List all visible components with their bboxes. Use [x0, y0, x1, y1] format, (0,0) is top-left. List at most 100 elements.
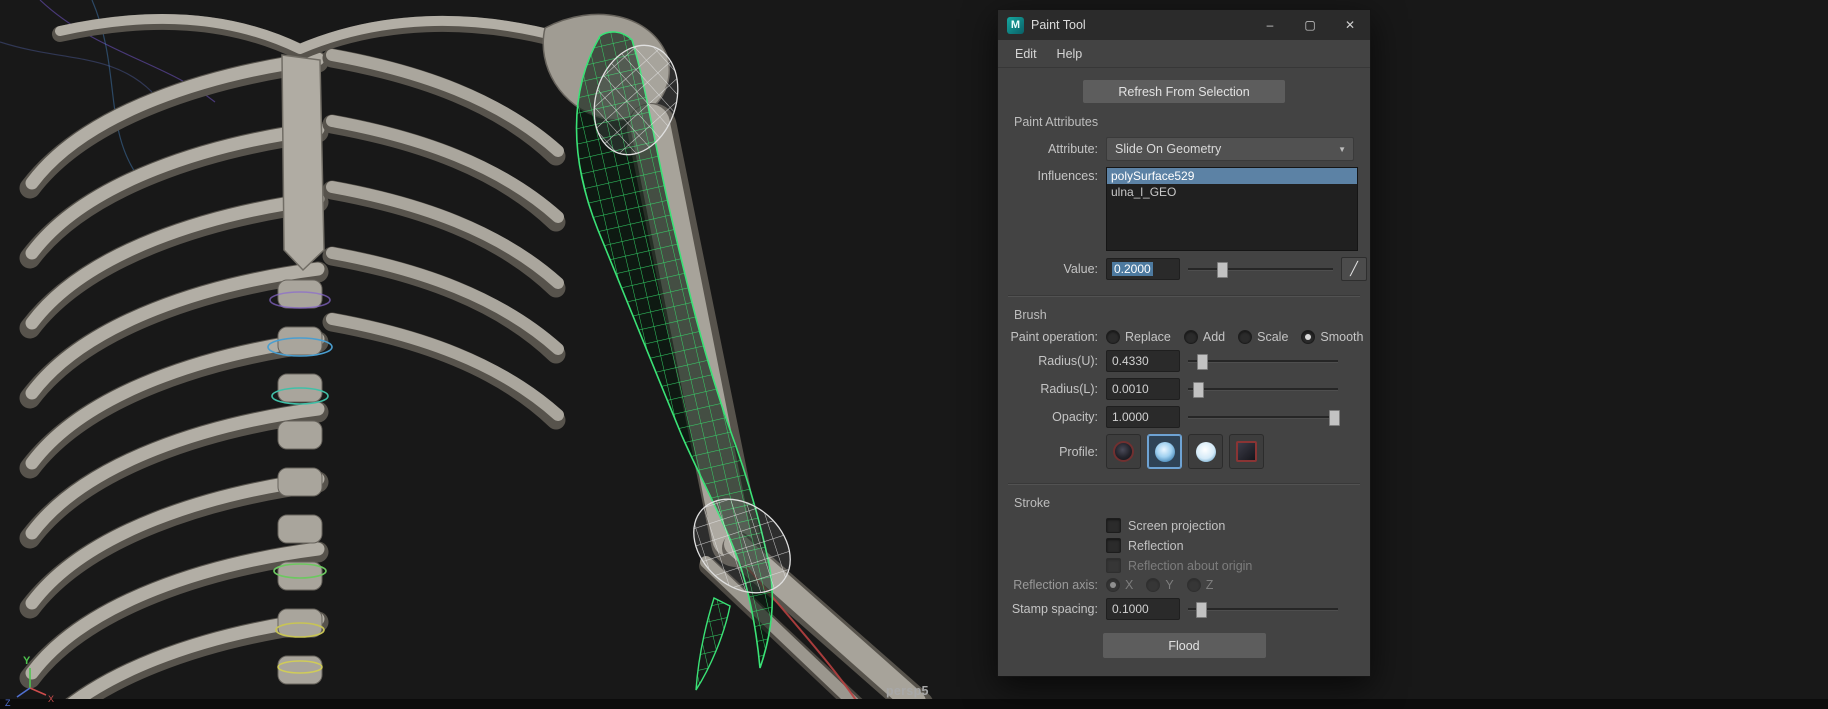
- radio-scale-icon[interactable]: [1238, 330, 1252, 344]
- radius-l-input[interactable]: 0.0010: [1106, 378, 1180, 400]
- radius-u-slider[interactable]: [1188, 353, 1338, 369]
- refresh-from-selection-button[interactable]: Refresh From Selection: [1083, 80, 1285, 103]
- attribute-dropdown[interactable]: Slide On Geometry ▼: [1106, 137, 1354, 161]
- radius-u-input[interactable]: 0.4330: [1106, 350, 1180, 372]
- reflection-row: Reflection: [998, 538, 1370, 553]
- radio-add-icon[interactable]: [1184, 330, 1198, 344]
- radio-replace[interactable]: Replace: [1106, 330, 1171, 344]
- radius-u-label: Radius(U):: [1006, 354, 1098, 368]
- value-picker-button[interactable]: ╱: [1341, 257, 1367, 281]
- axis-y-label: Y: [23, 655, 31, 667]
- menu-help[interactable]: Help: [1048, 44, 1092, 64]
- radio-replace-icon[interactable]: [1106, 330, 1120, 344]
- radio-smooth[interactable]: Smooth: [1301, 330, 1363, 344]
- opacity-value: 1.0000: [1112, 410, 1149, 424]
- sternum: [282, 55, 324, 270]
- radio-add[interactable]: Add: [1184, 330, 1225, 344]
- profile-label: Profile:: [1006, 445, 1098, 459]
- reflection-label: Reflection: [1128, 539, 1184, 553]
- axis-z-radio-label: Z: [1206, 578, 1214, 592]
- axis-y-radio-icon: [1146, 578, 1160, 592]
- influences-list[interactable]: polySurface529 ulna_l_GEO: [1106, 167, 1358, 251]
- radius-l-label: Radius(L):: [1006, 382, 1098, 396]
- maya-application: Y X Z persp5 M Paint Tool – ▢ ✕ Edit Hel…: [0, 0, 1828, 709]
- screen-projection-checkbox[interactable]: [1106, 518, 1121, 533]
- reflection-about-origin-checkbox: [1106, 558, 1121, 573]
- gaussian-brush-icon: [1113, 441, 1134, 462]
- radio-add-label: Add: [1203, 330, 1225, 344]
- radio-scale[interactable]: Scale: [1238, 330, 1288, 344]
- axis-z-radio: Z: [1187, 578, 1214, 592]
- solid-brush-icon: [1196, 442, 1216, 462]
- profile-soft-button[interactable]: [1147, 434, 1182, 469]
- attribute-row: Attribute: Slide On Geometry ▼: [998, 137, 1370, 161]
- reflection-about-origin-label: Reflection about origin: [1128, 559, 1252, 573]
- profile-solid-button[interactable]: [1188, 434, 1223, 469]
- radius-u-row: Radius(U): 0.4330: [998, 350, 1370, 372]
- radius-l-row: Radius(L): 0.0010: [998, 378, 1370, 400]
- titlebar[interactable]: M Paint Tool – ▢ ✕: [998, 10, 1370, 40]
- profile-row: Profile:: [998, 434, 1370, 469]
- close-button[interactable]: ✕: [1330, 10, 1370, 40]
- paint-operation-label: Paint operation:: [1006, 330, 1098, 344]
- opacity-row: Opacity: 1.0000: [998, 406, 1370, 428]
- radio-scale-label: Scale: [1257, 330, 1288, 344]
- paint-tool-window: M Paint Tool – ▢ ✕ Edit Help Refresh Fro…: [997, 9, 1371, 677]
- square-brush-icon: [1236, 441, 1257, 462]
- radio-smooth-icon[interactable]: [1301, 330, 1315, 344]
- value-input[interactable]: 0.2000: [1106, 258, 1180, 280]
- list-item-ulna[interactable]: ulna_l_GEO: [1107, 184, 1357, 200]
- reflection-axis-label: Reflection axis:: [1006, 578, 1098, 592]
- stamp-spacing-slider[interactable]: [1188, 601, 1338, 617]
- maximize-button[interactable]: ▢: [1290, 10, 1330, 40]
- radius-l-slider[interactable]: [1188, 381, 1338, 397]
- minimize-button[interactable]: –: [1250, 10, 1290, 40]
- screen-projection-label: Screen projection: [1128, 519, 1225, 533]
- axis-x-label: X: [48, 694, 54, 704]
- list-item-polysurface[interactable]: polySurface529: [1107, 168, 1357, 184]
- stamp-spacing-input[interactable]: 0.1000: [1106, 598, 1180, 620]
- value-slider[interactable]: [1188, 261, 1333, 277]
- reflection-checkbox[interactable]: [1106, 538, 1121, 553]
- opacity-input[interactable]: 1.0000: [1106, 406, 1180, 428]
- viewport-3d[interactable]: Y X Z persp5: [0, 0, 1828, 709]
- stamp-spacing-value: 0.1000: [1112, 602, 1149, 616]
- reflection-axis-row: Reflection axis: X Y Z: [998, 578, 1370, 592]
- paint-tool-content: Refresh From Selection Paint Attributes …: [998, 68, 1370, 676]
- profile-gaussian-button[interactable]: [1106, 434, 1141, 469]
- brush-section-label: Brush: [1014, 308, 1370, 322]
- paint-operation-row: Paint operation: Replace Add Scale: [998, 330, 1370, 344]
- menu-edit[interactable]: Edit: [1006, 44, 1046, 64]
- axis-x-radio-label: X: [1125, 578, 1133, 592]
- profile-square-button[interactable]: [1229, 434, 1264, 469]
- maya-logo-icon: M: [1007, 17, 1024, 34]
- radius-u-value: 0.4330: [1112, 354, 1149, 368]
- stamp-spacing-label: Stamp spacing:: [1006, 602, 1098, 616]
- axis-y-radio-label: Y: [1165, 578, 1173, 592]
- value-label: Value:: [1006, 262, 1098, 276]
- radio-smooth-label: Smooth: [1320, 330, 1363, 344]
- axis-x-radio: X: [1106, 578, 1133, 592]
- camera-label: persp5: [886, 684, 929, 698]
- stroke-section-label: Stroke: [1014, 496, 1370, 510]
- axis-z-radio-icon: [1187, 578, 1201, 592]
- soft-brush-icon: [1155, 442, 1175, 462]
- chevron-down-icon: ▼: [1338, 145, 1346, 154]
- window-title: Paint Tool: [1031, 18, 1086, 32]
- paint-attributes-section-label: Paint Attributes: [1014, 115, 1370, 129]
- radius-l-value: 0.0010: [1112, 382, 1149, 396]
- attribute-dropdown-value: Slide On Geometry: [1115, 142, 1221, 156]
- attribute-label: Attribute:: [1006, 142, 1098, 156]
- flood-button[interactable]: Flood: [1103, 633, 1266, 658]
- value-row: Value: 0.2000 ╱: [998, 257, 1370, 281]
- viewport-edge: [0, 699, 1828, 709]
- axis-z-label: Z: [5, 698, 11, 708]
- screen-projection-row: Screen projection: [998, 518, 1370, 533]
- influences-row: Influences: polySurface529 ulna_l_GEO: [998, 167, 1370, 251]
- section-divider: [1008, 483, 1360, 485]
- opacity-label: Opacity:: [1006, 410, 1098, 424]
- influences-label: Influences:: [1006, 167, 1098, 183]
- opacity-slider[interactable]: [1188, 409, 1338, 425]
- reflection-about-origin-row: Reflection about origin: [998, 558, 1370, 573]
- section-divider: [1008, 295, 1360, 297]
